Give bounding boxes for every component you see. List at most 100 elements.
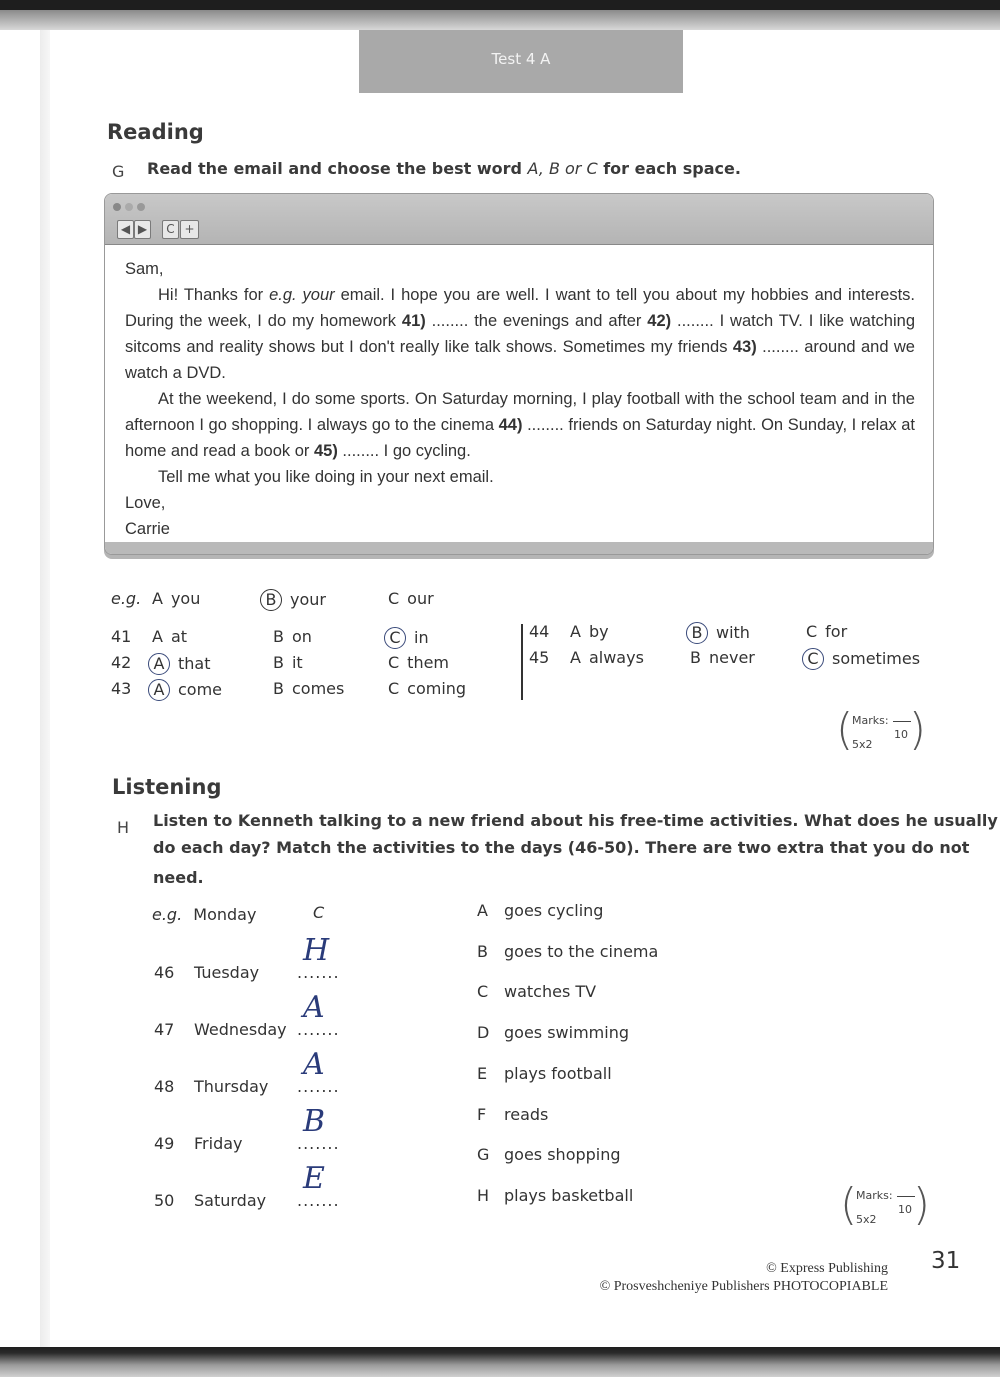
option-letter: B: [686, 622, 708, 644]
option-word: in: [414, 628, 429, 647]
option-b[interactable]: Bnever: [690, 648, 755, 667]
option-a[interactable]: Aby: [570, 622, 609, 641]
activity-text: goes to the cinema: [504, 941, 659, 961]
reading-instruction: Read the email and choose the best word …: [147, 159, 741, 178]
listening-instruction-line-2: do each day? Match the activities to the…: [153, 838, 970, 857]
option-letter: B: [273, 627, 284, 646]
handwritten-answer: B: [303, 1104, 326, 1139]
email-body: Sam, Hi! Thanks for e.g. your email. I h…: [125, 256, 915, 542]
activity-letter: A: [477, 901, 488, 920]
window-minimize-dot: [125, 203, 133, 211]
forward-icon[interactable]: ▶: [134, 220, 151, 239]
option-word: you: [170, 589, 201, 608]
activity-text: watches TV: [504, 982, 597, 1002]
marks-label: Marks:: [852, 714, 889, 727]
question-number: 44: [529, 622, 550, 641]
email-closing: Love,: [125, 494, 166, 512]
option-b[interactable]: Bwith: [686, 622, 750, 644]
reload-icon[interactable]: C: [162, 220, 179, 239]
option-letter: C: [802, 648, 824, 670]
activity-text: plays basketball: [504, 1185, 634, 1205]
option-letter: C: [388, 679, 400, 698]
task-letter-g: G: [112, 162, 125, 181]
activity-letter: C: [477, 982, 489, 1002]
back-icon[interactable]: ◀: [117, 220, 134, 239]
option-b[interactable]: Byour: [260, 589, 326, 611]
activity-letter: D: [477, 1023, 490, 1043]
option-b[interactable]: Bon: [273, 627, 312, 646]
example-answer: C: [313, 903, 325, 922]
option-word: that: [178, 654, 211, 673]
new-tab-icon[interactable]: +: [180, 220, 199, 239]
option-word: coming: [407, 679, 467, 698]
activity-letter: B: [477, 941, 488, 961]
option-word: our: [407, 589, 434, 608]
option-letter: A: [570, 622, 581, 641]
option-letter: C: [384, 627, 406, 649]
footer-publisher-2: © Prosveshcheniye Publishers PHOTOCOPIAB…: [599, 1279, 888, 1294]
test-header: Test 4 A: [359, 30, 683, 93]
option-letter: A: [570, 648, 581, 667]
listening-instruction-line-3: need.: [153, 868, 204, 887]
option-letter: B: [690, 648, 701, 667]
marks-total: 10: [898, 1203, 912, 1216]
listening-title: Listening: [112, 775, 222, 799]
option-a[interactable]: Ayou: [152, 589, 200, 608]
option-word: always: [588, 648, 644, 667]
option-word: for: [825, 622, 848, 641]
reading-marks-box: ( Marks: 5x2 10 ): [836, 704, 926, 755]
gap-45: 45): [313, 442, 338, 460]
option-c[interactable]: Ccoming: [388, 679, 466, 698]
scan-shadow-top: [0, 10, 1000, 30]
question-number: 42: [111, 653, 132, 672]
option-letter: B: [273, 679, 284, 698]
handwritten-answer: A: [303, 990, 325, 1025]
option-word: come: [178, 680, 223, 699]
email-paragraph-2: At the weekend, I do some sports. On Sat…: [125, 390, 915, 460]
option-a[interactable]: Aalways: [570, 648, 644, 667]
option-c[interactable]: Cthem: [388, 653, 449, 672]
option-a[interactable]: Athat: [148, 653, 211, 675]
option-c[interactable]: Cin: [384, 627, 429, 649]
marks-multiplier: 5x2: [856, 1213, 877, 1226]
activity-letter: G: [477, 1145, 490, 1165]
day-name: Wednesday: [194, 1020, 287, 1039]
day-name: Friday: [194, 1134, 243, 1153]
day-name: Thursday: [194, 1077, 269, 1096]
option-a[interactable]: Aat: [152, 627, 187, 646]
window-close-dot: [113, 203, 121, 211]
option-c[interactable]: Cfor: [806, 622, 847, 641]
option-letter: C: [388, 589, 400, 608]
option-letter: A: [152, 627, 163, 646]
example-label: e.g.: [152, 905, 183, 924]
listening-instruction-line-1: Listen to Kenneth talking to a new frien…: [153, 811, 998, 830]
option-word: them: [407, 653, 450, 672]
activity-text: goes cycling: [504, 901, 604, 920]
activity-letter: F: [477, 1104, 487, 1124]
activity-text: goes swimming: [504, 1023, 629, 1043]
marks-total: 10: [894, 728, 908, 741]
email-paragraph-1: Hi! Thanks for e.g. your email. I hope y…: [125, 286, 916, 382]
marks-multiplier: 5x2: [852, 738, 873, 751]
question-number: 43: [111, 679, 132, 698]
gap-44: 44): [498, 416, 523, 434]
option-letter: A: [148, 653, 170, 675]
option-word: your: [290, 590, 326, 609]
option-a[interactable]: Acome: [148, 679, 223, 701]
option-c[interactable]: Csometimes: [802, 648, 920, 670]
handwritten-answer: E: [303, 1161, 325, 1196]
listening-marks-box: ( Marks: 5x2 10 ): [840, 1179, 930, 1230]
scan-edge-top: [0, 0, 1000, 10]
option-word: it: [291, 653, 303, 672]
day-number: 48: [154, 1077, 175, 1096]
option-b[interactable]: Bcomes: [273, 679, 344, 698]
task-letter-h: H: [117, 818, 130, 837]
email-paragraph-3: Tell me what you like doing in your next…: [158, 468, 494, 486]
activity-text: reads: [504, 1104, 549, 1124]
option-letter: A: [152, 589, 163, 608]
email-signature: Carrie: [125, 520, 170, 538]
option-b[interactable]: Bit: [273, 653, 303, 672]
browser-status-bar: [105, 542, 933, 554]
question-number: 41: [111, 627, 132, 646]
option-c[interactable]: Cour: [388, 589, 434, 608]
